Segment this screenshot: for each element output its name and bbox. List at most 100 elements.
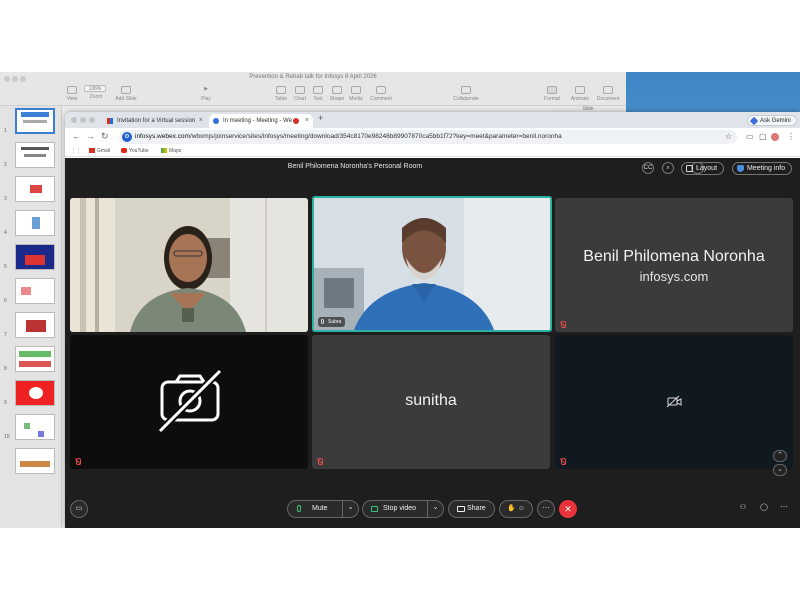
more-options-icon[interactable]: ⋯ — [537, 500, 555, 518]
participant-video-subra[interactable]: Subra — [312, 196, 552, 332]
browser-toolbar: ← → ↻ ⚙ infosys.webex.com/wbxmjs/joinser… — [65, 128, 800, 146]
video-feed — [314, 198, 550, 330]
participant-camera-off-small[interactable] — [555, 335, 793, 469]
participant-name: Benil Philomena Noronha — [583, 248, 765, 265]
video-options-chevron-icon[interactable]: ⌄ — [427, 500, 443, 518]
media-button[interactable]: Media — [342, 86, 370, 102]
participant-video-1[interactable] — [70, 198, 308, 332]
slide-thumbnail[interactable] — [15, 414, 55, 440]
slide-thumbnail[interactable] — [15, 108, 55, 134]
extensions-icon[interactable]: ▢ — [759, 132, 767, 141]
ask-gemini-button[interactable]: Ask Gemini — [747, 115, 797, 126]
chat-bubble-icon[interactable]: ▭ — [70, 500, 88, 518]
site-info-icon[interactable]: ⚙ — [122, 132, 132, 142]
more-panels-icon[interactable]: ⋯ — [775, 500, 793, 518]
slide-thumbnail[interactable] — [15, 142, 55, 168]
participant-benil[interactable]: Benil Philomena Noronha infosys.com — [555, 198, 793, 332]
desktop: Prevention & Rehab talk for Infosys 8 Ap… — [0, 72, 800, 528]
slide-number: 5 — [4, 264, 7, 270]
address-bar[interactable]: ⚙ infosys.webex.com/wbxmjs/joinservice/s… — [119, 130, 737, 144]
slide-number: 3 — [4, 196, 7, 202]
browser-window: Invitation for a Virtual session × In me… — [65, 112, 800, 528]
bookmark-star-icon[interactable]: ☆ — [725, 130, 732, 144]
mic-muted-icon — [560, 458, 566, 465]
scroll-up-button[interactable]: ⌃ — [773, 450, 787, 462]
slide-thumbnail[interactable] — [15, 210, 55, 236]
slide-thumbnail[interactable] — [15, 312, 55, 338]
mic-muted-icon — [317, 458, 323, 465]
zoom-label: Zoom — [89, 94, 103, 100]
apps-icon[interactable]: ⋮⋮ — [71, 147, 81, 156]
camera-off-icon — [157, 368, 223, 434]
share-button[interactable]: Share — [448, 500, 495, 518]
leave-meeting-button[interactable]: ✕ — [559, 500, 577, 518]
gmail-icon — [107, 118, 113, 124]
layout-icon — [686, 165, 693, 172]
mic-muted-icon — [560, 321, 566, 328]
webex-meeting: Benil Philomena Noronha's Personal Room … — [65, 158, 800, 528]
close-dot[interactable] — [71, 117, 77, 123]
minimize-dot[interactable] — [80, 117, 86, 123]
keynote-titlebar: Prevention & Rehab talk for Infosys 8 Ap… — [0, 72, 626, 106]
slide-thumbnail[interactable] — [15, 346, 55, 372]
tab-meeting[interactable]: In meeting - Meeting - We × — [209, 114, 313, 128]
zoom-select[interactable]: 136% — [84, 85, 106, 92]
gemini-icon — [749, 116, 759, 126]
mute-options-chevron-icon[interactable]: ⌄ — [342, 500, 358, 518]
slide-thumbnail[interactable] — [15, 448, 55, 474]
slide-navigator: 1 2 3 4 5 6 7 8 9 10 — [0, 106, 62, 528]
slide-thumbnail[interactable] — [15, 278, 55, 304]
meeting-info-button[interactable]: Meeting info — [732, 162, 793, 175]
document-button[interactable]: Document — [594, 86, 622, 102]
mic-muted-icon — [75, 458, 81, 465]
slide-number: 2 — [4, 162, 7, 168]
share-screen-icon — [457, 506, 465, 512]
reload-icon[interactable]: ↻ — [101, 131, 109, 142]
keynote-title: Prevention & Rehab talk for Infosys 8 Ap… — [249, 74, 377, 80]
participants-icon[interactable]: ⚇ — [734, 500, 752, 518]
participant-camera-off[interactable] — [70, 335, 308, 469]
bookmark-gmail[interactable]: Gmail — [89, 147, 110, 156]
close-icon[interactable]: × — [199, 114, 203, 128]
slide-thumbnail[interactable] — [15, 176, 55, 202]
search-icon[interactable]: ⌕ — [662, 162, 674, 174]
bookmark-youtube[interactable]: YouTube — [121, 147, 149, 156]
menu-icon[interactable]: ⋮ — [787, 132, 795, 141]
slide-thumbnail[interactable] — [15, 244, 55, 270]
slide-number: 4 — [4, 230, 7, 236]
chat-icon[interactable]: ◯ — [755, 500, 773, 518]
comment-button[interactable]: Comment — [367, 86, 395, 102]
camera-off-icon — [666, 395, 682, 408]
participant-sunitha[interactable]: sunitha — [312, 335, 550, 469]
captions-button[interactable]: CC — [642, 162, 654, 174]
slide-number: 7 — [4, 332, 7, 338]
layout-button[interactable]: Layout — [681, 162, 725, 175]
play-button[interactable]: ▶ Play — [192, 86, 220, 102]
new-tab-button[interactable]: + — [318, 113, 323, 123]
back-icon[interactable]: ← — [72, 131, 81, 141]
close-icon[interactable]: × — [305, 114, 309, 128]
recording-icon — [293, 118, 299, 124]
tab-invitation[interactable]: Invitation for a Virtual session × — [103, 114, 207, 128]
format-button[interactable]: Format — [538, 86, 566, 102]
scroll-down-button[interactable]: ⌄ — [773, 464, 787, 476]
slide-number: 10 — [4, 434, 10, 440]
url-text: infosys.webex.com/wbxmjs/joinservice/sit… — [135, 133, 562, 140]
stop-video-button[interactable]: Stop video ⌄ — [362, 500, 444, 518]
add-slide-button[interactable]: Add Slide — [112, 86, 140, 102]
profile-avatar[interactable] — [771, 133, 779, 141]
reactions-button[interactable]: ✋ ☺ — [499, 500, 533, 518]
cast-icon[interactable]: ▭ — [746, 132, 754, 141]
forward-icon[interactable]: → — [86, 131, 95, 141]
collaborate-button[interactable]: Collaborate — [452, 86, 480, 102]
room-title: Benil Philomena Noronha's Personal Room — [287, 163, 423, 170]
slide-thumbnail[interactable] — [15, 380, 55, 406]
bookmark-maps[interactable]: Maps — [161, 147, 181, 156]
animate-button[interactable]: Animate — [566, 86, 594, 102]
participant-name: sunitha — [405, 392, 457, 409]
mute-button[interactable]: Mute ⌄ — [287, 500, 359, 518]
zoom-dot[interactable] — [89, 117, 95, 123]
meeting-controls: ▭ Mute ⌄ Stop video ⌄ Share ✋ ☺ ⋯ ✕ ⚇ ◯ … — [65, 498, 800, 522]
slide-number: 6 — [4, 298, 7, 304]
mic-icon — [297, 505, 301, 512]
